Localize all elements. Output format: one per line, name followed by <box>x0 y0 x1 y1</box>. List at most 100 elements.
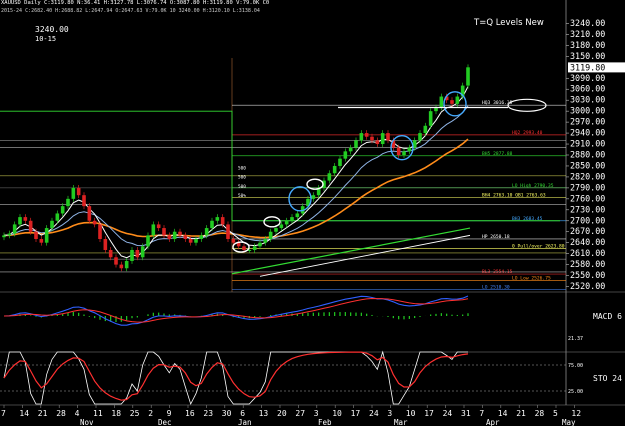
price-tick-label: 3060.00 <box>570 84 605 94</box>
level-label: LO Low 2526.75 <box>512 275 551 281</box>
candle-body <box>156 224 161 229</box>
date-tick-label: 7 <box>479 409 484 418</box>
price-tick-label: 2820.00 <box>570 171 605 181</box>
candle-body <box>167 235 172 240</box>
candle-body <box>82 195 86 207</box>
date-tick-label: 14 <box>19 409 29 418</box>
candle-body <box>119 264 124 269</box>
candle-body <box>450 100 454 104</box>
candle-body <box>359 133 364 141</box>
candle-body <box>258 242 262 247</box>
candle-body <box>60 206 65 214</box>
candle-body <box>140 246 145 258</box>
candle-body <box>172 231 177 240</box>
date-tick-label: 6 <box>240 409 245 418</box>
candle-body <box>428 111 433 126</box>
price-tick-label: 3150.00 <box>570 51 605 61</box>
candle-body <box>242 246 246 250</box>
date-tick-label: 20 <box>277 409 287 418</box>
price-tick-label: 2670.00 <box>570 226 605 236</box>
level-label: BH4 2763.10 OB1 2763.63 <box>482 193 546 199</box>
candle-body <box>103 239 108 250</box>
candle-body <box>114 257 118 265</box>
price-tick-label: 2940.00 <box>570 128 605 138</box>
date-tick-label: 5 <box>553 409 558 418</box>
candle-body <box>268 231 273 240</box>
month-label: Apr <box>486 418 500 426</box>
month-label: Mar <box>394 418 408 426</box>
small-level-label: 500 <box>238 184 246 190</box>
price-tick-label: 3000.00 <box>570 106 605 116</box>
candle-body <box>50 220 54 229</box>
price-tick-label: 2610.00 <box>570 248 605 258</box>
candle-body <box>423 125 428 134</box>
candle-body <box>130 249 134 261</box>
candle-body <box>231 239 236 243</box>
date-tick-label: 27 <box>295 409 305 418</box>
candle-body <box>135 249 140 258</box>
candle-body <box>183 235 188 240</box>
date-tick-label: 3 <box>314 409 319 418</box>
date-tick-label: 25 <box>130 409 140 418</box>
month-label: May <box>562 418 576 426</box>
candle-body <box>98 224 102 240</box>
candle-body <box>263 239 268 243</box>
candle-body <box>226 224 230 240</box>
date-tick-label: 23 <box>203 409 213 418</box>
price-tick-label: 2550.00 <box>570 270 605 280</box>
level-label: HQ2 2993.40 <box>512 130 543 136</box>
small-level-label: 500 <box>238 166 246 172</box>
candle-body <box>396 147 401 155</box>
candle-body <box>332 165 337 174</box>
candle-body <box>162 228 166 236</box>
annotation-circle <box>443 91 467 117</box>
price-tick-label: 2850.00 <box>570 160 605 170</box>
candle-body <box>204 228 209 236</box>
month-label: Dec <box>158 418 172 426</box>
date-tick-label: 10 <box>406 409 416 418</box>
date-tick-label: 24 <box>369 409 379 418</box>
candle-body <box>210 220 214 229</box>
macd-tick: 21.37 <box>568 336 583 342</box>
chart-window: XAUUSD Daily C:3119.80 N:36.41 H:3127.78… <box>0 0 625 426</box>
candle-body <box>108 249 113 258</box>
date-tick-label: 21 <box>38 409 48 418</box>
stoch-k-line <box>3 350 468 406</box>
candle-body <box>44 228 49 243</box>
candle-body <box>380 133 385 145</box>
candle-body <box>343 151 348 159</box>
date-tick-label: 17 <box>351 409 361 418</box>
candle-body <box>364 133 369 137</box>
candle-body <box>151 224 156 236</box>
ema-fast-line <box>3 86 469 259</box>
candle-body <box>252 246 257 250</box>
month-label: Nov <box>80 418 94 426</box>
date-tick-label: 9 <box>167 409 172 418</box>
date-tick-label: 31 <box>461 409 471 418</box>
price-chart[interactable]: 3240.003210.003180.003150.00 3090.003060.… <box>0 0 625 426</box>
candle-body <box>34 231 38 240</box>
candle-body <box>55 213 60 221</box>
macd-label: MACD 6 <box>593 312 622 321</box>
candle-body <box>311 195 316 199</box>
price-tick-label: 2880.00 <box>570 150 605 160</box>
candle-body <box>199 235 204 240</box>
date-tick-label: 16 <box>185 409 195 418</box>
price-tick-label: 2760.00 <box>570 193 605 203</box>
candle-body <box>284 220 289 225</box>
candle-body <box>23 217 28 221</box>
price-tick-label: 2790.00 <box>570 182 605 192</box>
candle-body <box>87 206 92 221</box>
date-tick-label: 17 <box>424 409 434 418</box>
candle-body <box>375 140 380 145</box>
date-tick-label: 4 <box>75 409 80 418</box>
price-tick-label: 3090.00 <box>570 73 605 83</box>
candle-body <box>418 133 422 141</box>
price-tick-label: 2910.00 <box>570 139 605 149</box>
annotation-circle <box>263 216 281 228</box>
candle-body <box>12 224 17 234</box>
candle-body <box>466 67 470 86</box>
candle-body <box>354 140 358 148</box>
candle-body <box>28 220 33 232</box>
date-tick-label: 28 <box>56 409 66 418</box>
